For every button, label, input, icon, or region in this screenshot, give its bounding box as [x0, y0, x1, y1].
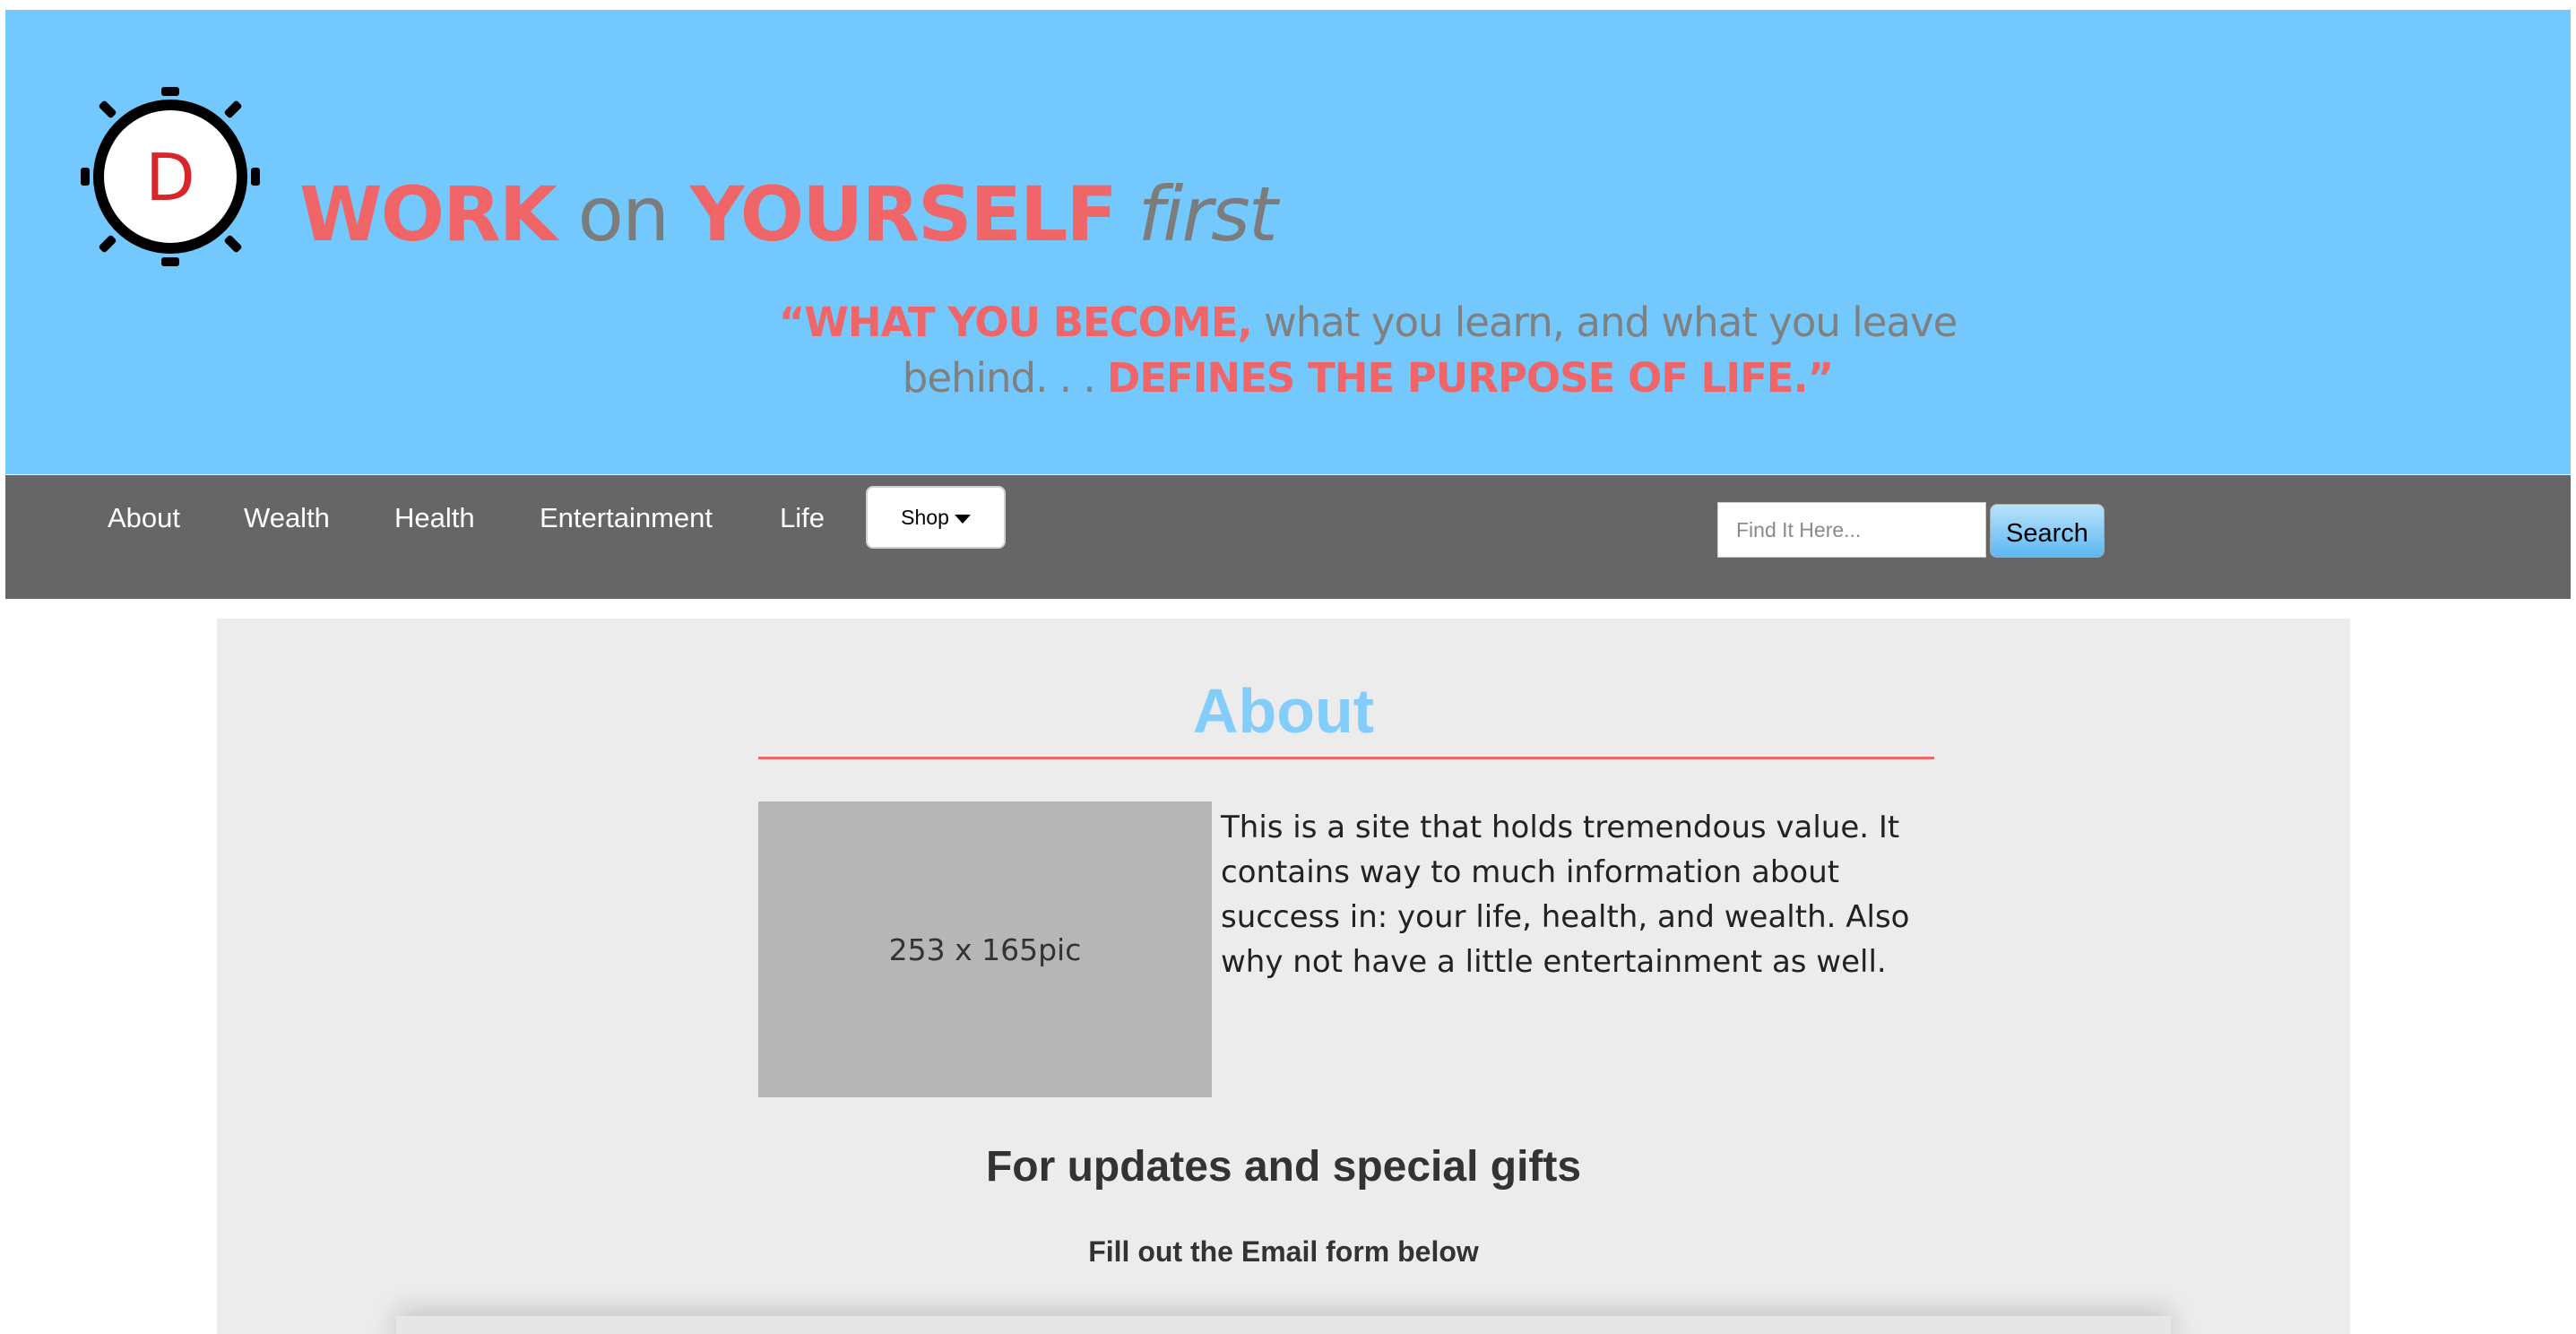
shop-label: Shop — [901, 505, 949, 529]
about-description: This is a site that holds tremendous val… — [1221, 810, 1910, 980]
main-content: About 253 x 165pic This is a site that h… — [217, 619, 2350, 1334]
image-placeholder: 253 x 165pic — [758, 801, 1212, 1097]
stopwatch-logo-icon[interactable]: D — [75, 82, 265, 272]
header-quote: “WHAT YOU BECOME, what you learn, and wh… — [740, 295, 1995, 406]
nav-link-health[interactable]: Health — [394, 504, 475, 532]
svg-text:D: D — [145, 140, 194, 215]
nav-link-wealth[interactable]: Wealth — [244, 504, 330, 532]
title-on: on — [577, 170, 670, 258]
caret-down-icon — [954, 515, 971, 524]
shop-dropdown-button[interactable]: Shop — [866, 486, 1006, 549]
email-form-container — [396, 1316, 2171, 1334]
site-header: D WORK on YOURSELF first “WHAT YOU BECOM… — [5, 10, 2571, 474]
title-yourself: YOURSELF — [689, 170, 1118, 258]
nav-link-life[interactable]: Life — [780, 504, 825, 532]
title-work: WORK — [299, 170, 558, 258]
search-input[interactable] — [1717, 502, 1986, 558]
site-title: WORK on YOURSELF first — [299, 177, 1278, 252]
title-first: first — [1137, 170, 1278, 258]
image-placeholder-label: 253 x 165pic — [888, 931, 1082, 967]
main-nav: About Wealth Health Entertainment Life S… — [5, 475, 2571, 599]
title-divider — [758, 757, 1934, 759]
quote-part-3: DEFINES THE PURPOSE OF LIFE.” — [1106, 354, 1834, 402]
email-subheading: Fill out the Email form below — [1088, 1235, 1479, 1268]
nav-link-entertainment[interactable]: Entertainment — [540, 504, 713, 532]
quote-part-1: “WHAT YOU BECOME, — [778, 299, 1253, 346]
updates-heading: For updates and special gifts — [985, 1143, 1582, 1191]
page-title: About — [1192, 676, 1375, 746]
search-button[interactable]: Search — [1990, 504, 2105, 558]
nav-link-about[interactable]: About — [108, 504, 180, 532]
